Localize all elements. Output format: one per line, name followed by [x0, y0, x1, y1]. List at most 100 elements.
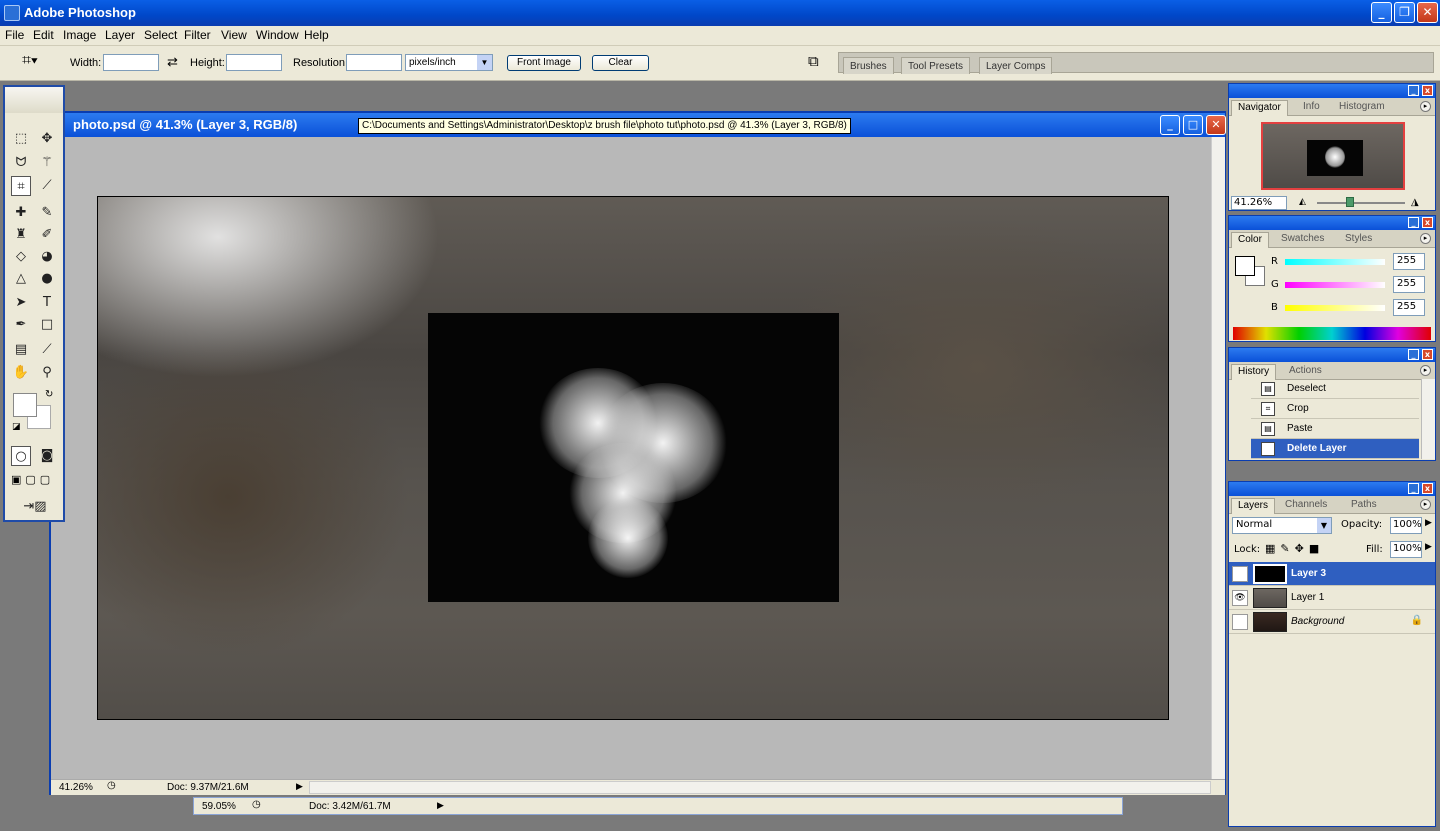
standard-mode-icon[interactable]: ○: [11, 446, 31, 466]
zoom-tool-icon[interactable]: ⚲: [37, 363, 57, 383]
zoom-out-icon[interactable]: ◭: [1299, 197, 1306, 207]
well-tab-tool-presets[interactable]: Tool Presets: [901, 57, 971, 74]
layer-row-selected[interactable]: 👁 Layer 3: [1229, 562, 1435, 586]
palette-minimize-icon[interactable]: _: [1408, 85, 1419, 96]
palette-menu-icon[interactable]: ▸: [1420, 233, 1431, 244]
menu-filter[interactable]: Filter: [184, 28, 211, 42]
clone-stamp-tool-icon[interactable]: ♜: [11, 225, 31, 245]
lock-icons[interactable]: ▦✎✥■: [1265, 542, 1324, 555]
notes-tool-icon[interactable]: ▤: [11, 340, 31, 360]
channel-r-slider[interactable]: [1285, 259, 1385, 265]
brush-tool-icon[interactable]: ✎: [37, 203, 57, 223]
pen-tool-icon[interactable]: ✒: [11, 315, 31, 335]
palette-close-icon[interactable]: x: [1422, 217, 1433, 228]
width-input[interactable]: [103, 54, 159, 71]
opacity-input[interactable]: 100%: [1390, 517, 1422, 534]
paint-bucket-tool-icon[interactable]: ◕: [37, 247, 57, 267]
color-foreground-swatch[interactable]: [1235, 256, 1255, 276]
shape-tool-icon[interactable]: □: [37, 315, 57, 335]
navigator-zoom-slider-thumb[interactable]: [1346, 197, 1354, 207]
color-spectrum-bar[interactable]: [1233, 327, 1431, 340]
fill-input[interactable]: 100%: [1390, 541, 1422, 558]
tab-histogram[interactable]: Histogram: [1333, 100, 1391, 116]
document-horizontal-scrollbar[interactable]: [309, 781, 1211, 794]
tab-color[interactable]: Color: [1231, 232, 1269, 248]
image-canvas[interactable]: [97, 196, 1169, 720]
navigator-zoom-slider[interactable]: [1317, 202, 1405, 204]
visibility-eye-icon[interactable]: 👁: [1232, 590, 1248, 606]
tab-actions[interactable]: Actions: [1283, 364, 1328, 380]
document-vertical-scrollbar[interactable]: [1211, 137, 1225, 779]
quick-mask-mode-icon[interactable]: ◙: [37, 446, 57, 466]
well-tab-brushes[interactable]: Brushes: [843, 57, 894, 74]
channel-g-slider[interactable]: [1285, 282, 1385, 288]
crop-tool-preset-icon[interactable]: ⌗▾: [22, 52, 38, 70]
default-colors-icon[interactable]: ◪: [12, 422, 21, 432]
foreground-color-swatch[interactable]: [13, 393, 37, 417]
clear-button[interactable]: Clear: [592, 55, 649, 71]
crop-tool-icon[interactable]: ⌗: [11, 176, 31, 196]
swap-colors-icon[interactable]: ↻: [45, 389, 53, 400]
minimize-button[interactable]: _: [1371, 2, 1392, 23]
palette-well-icon[interactable]: ⧉: [808, 53, 819, 70]
tab-info[interactable]: Info: [1297, 100, 1326, 116]
history-item-selected[interactable]: ▤ Delete Layer: [1251, 439, 1419, 459]
healing-brush-tool-icon[interactable]: ✚: [11, 203, 31, 223]
palette-menu-icon[interactable]: ▸: [1420, 365, 1431, 376]
layer-row[interactable]: · Background 🔒: [1229, 610, 1435, 634]
history-item[interactable]: ▤ Deselect: [1251, 379, 1419, 399]
history-item[interactable]: ⌗ Crop: [1251, 399, 1419, 419]
tab-history[interactable]: History: [1231, 364, 1277, 380]
swap-dimensions-icon[interactable]: ⇄: [167, 54, 178, 70]
palette-close-icon[interactable]: x: [1422, 349, 1433, 360]
height-input[interactable]: [226, 54, 282, 71]
palette-minimize-icon[interactable]: _: [1408, 483, 1419, 494]
tab-paths[interactable]: Paths: [1345, 498, 1383, 514]
move-tool-icon[interactable]: ✥: [37, 129, 57, 149]
eraser-tool-icon[interactable]: ◇: [11, 247, 31, 267]
marquee-tool-icon[interactable]: ⬚: [11, 129, 31, 149]
hand-tool-icon[interactable]: ✋: [11, 363, 31, 383]
channel-b-input[interactable]: 255: [1393, 299, 1425, 316]
slice-tool-icon[interactable]: ⟋: [37, 176, 57, 196]
palette-minimize-icon[interactable]: _: [1408, 217, 1419, 228]
palette-close-icon[interactable]: x: [1422, 483, 1433, 494]
blend-mode-select[interactable]: Normal ▼: [1232, 517, 1332, 534]
menu-file[interactable]: File: [5, 28, 24, 42]
menu-layer[interactable]: Layer: [105, 28, 135, 42]
play-icon[interactable]: ▶: [296, 781, 303, 792]
menu-select[interactable]: Select: [144, 28, 177, 42]
resolution-input[interactable]: [346, 54, 402, 71]
tab-styles[interactable]: Styles: [1339, 232, 1378, 248]
resolution-units-select[interactable]: pixels/inch ▼: [405, 54, 493, 71]
menu-window[interactable]: Window: [256, 28, 299, 42]
navigator-zoom-field[interactable]: 41.26%: [1231, 196, 1287, 210]
channel-b-slider[interactable]: [1285, 305, 1385, 311]
menu-image[interactable]: Image: [63, 28, 96, 42]
doc-minimize-button[interactable]: _: [1160, 115, 1180, 135]
play-icon[interactable]: ▶: [437, 800, 444, 811]
doc-maximize-button[interactable]: □: [1183, 115, 1203, 135]
screen-mode-icons[interactable]: ▣▢▢: [11, 473, 54, 486]
palette-menu-icon[interactable]: ▸: [1420, 499, 1431, 510]
magic-wand-tool-icon[interactable]: ⚚: [37, 153, 57, 173]
palette-minimize-icon[interactable]: _: [1408, 349, 1419, 360]
navigator-thumbnail[interactable]: [1261, 122, 1405, 190]
type-tool-icon[interactable]: T: [37, 293, 57, 313]
doc-close-button[interactable]: ✕: [1206, 115, 1226, 135]
status-menu-icon[interactable]: ◷: [252, 799, 261, 810]
menu-view[interactable]: View: [221, 28, 247, 42]
history-item[interactable]: ▤ Paste: [1251, 419, 1419, 439]
tab-layers[interactable]: Layers: [1231, 498, 1276, 514]
history-scrollbar[interactable]: [1421, 379, 1435, 459]
feather-logo-icon[interactable]: [5, 87, 63, 113]
visibility-eye-icon[interactable]: ·: [1232, 614, 1248, 630]
blur-tool-icon[interactable]: △: [11, 269, 31, 289]
status-menu-icon[interactable]: ◷: [107, 780, 116, 791]
palette-menu-icon[interactable]: ▸: [1420, 101, 1431, 112]
fill-arrow-icon[interactable]: ▶: [1425, 542, 1432, 552]
lasso-tool-icon[interactable]: ᗢ: [11, 153, 31, 173]
path-selection-tool-icon[interactable]: ➤: [11, 293, 31, 313]
visibility-eye-icon[interactable]: 👁: [1232, 566, 1248, 582]
zoom-in-icon[interactable]: ◮: [1411, 197, 1419, 208]
